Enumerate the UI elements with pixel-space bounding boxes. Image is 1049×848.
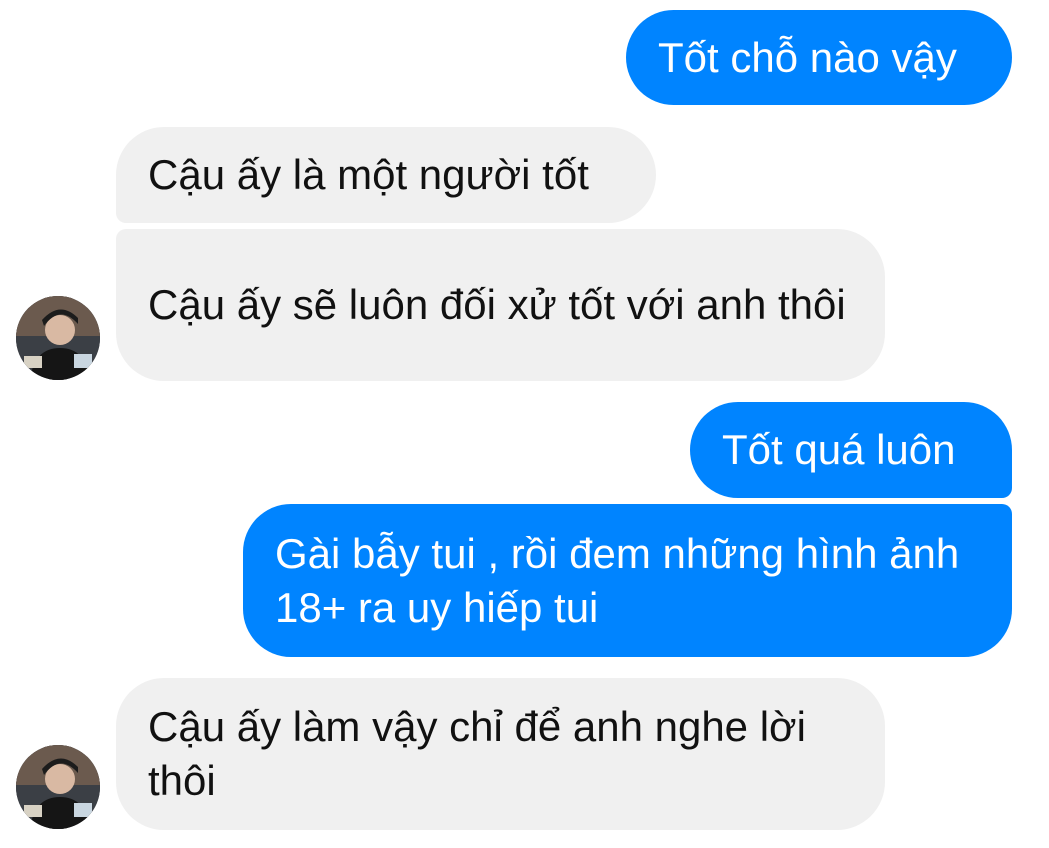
message-bubble-incoming[interactable]: Cậu ấy là một người tốt	[116, 127, 656, 223]
contact-avatar[interactable]	[16, 296, 100, 380]
message-text: Tốt chỗ nào vậy	[658, 33, 957, 81]
message-text: Tốt quá luôn	[722, 426, 956, 473]
message-text: Gài bẫy tui , rồi đem những hình ảnh 18+…	[275, 529, 971, 631]
message-bubble-incoming[interactable]: Cậu ấy làm vậy chỉ để anh nghe lời thôi	[116, 678, 885, 830]
message-text: Cậu ấy sẽ luôn đối xử tốt với anh thôi	[148, 281, 846, 328]
message-text: Cậu ấy là một người tốt	[148, 151, 589, 198]
contact-avatar-icon	[16, 296, 100, 380]
message-bubble-outgoing[interactable]: Gài bẫy tui , rồi đem những hình ảnh 18+…	[243, 504, 1012, 657]
message-bubble-incoming[interactable]: Cậu ấy sẽ luôn đối xử tốt với anh thôi	[116, 229, 885, 381]
message-text: Cậu ấy làm vậy chỉ để anh nghe lời thôi	[148, 703, 818, 804]
contact-avatar[interactable]	[16, 745, 100, 829]
chat-thread: Tốt chỗ nào vậy Cậu ấy là một người tốt …	[0, 0, 1049, 848]
contact-avatar-icon	[16, 745, 100, 829]
message-bubble-outgoing[interactable]: Tốt chỗ nào vậy	[626, 10, 1012, 105]
message-bubble-outgoing[interactable]: Tốt quá luôn	[690, 402, 1012, 498]
